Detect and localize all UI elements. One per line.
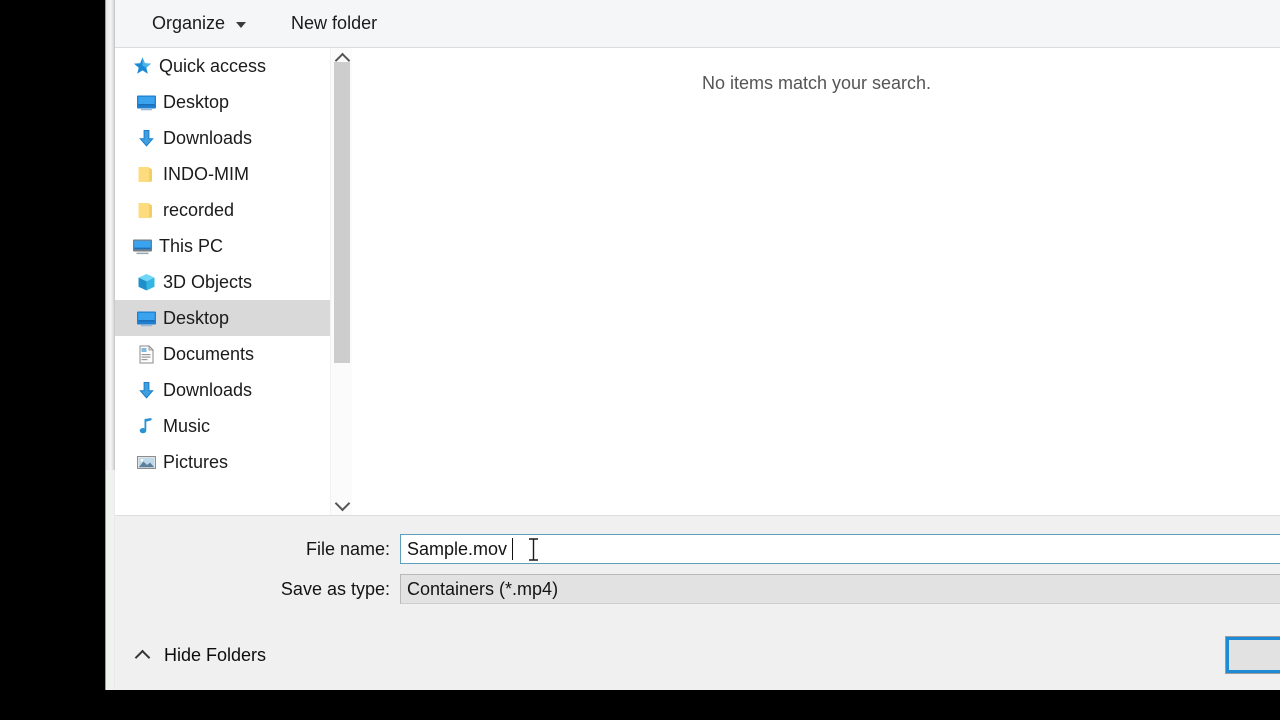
sidebar-item-recorded[interactable]: recorded <box>115 192 330 228</box>
organize-button[interactable]: Organize <box>142 9 256 39</box>
folder-icon <box>135 163 157 185</box>
file-list-pane[interactable]: No items match your search. <box>353 48 1280 515</box>
sidebar-item-label: Desktop <box>163 92 230 112</box>
scroll-down-button[interactable] <box>331 495 353 515</box>
sidebar-item-label: Desktop <box>163 308 230 328</box>
sidebar-item-3d-objects[interactable]: 3D Objects <box>115 264 330 300</box>
navigation-pane: Quick access Desktop Downloads INDO-MIM … <box>115 48 330 515</box>
empty-state-message: No items match your search. <box>701 73 932 93</box>
sidebar-item-documents[interactable]: Documents <box>115 336 330 372</box>
save-as-type-row: Save as type: Containers (*.mp4) <box>115 574 1280 604</box>
save-as-type-label: Save as type: <box>280 578 390 599</box>
monitor-icon <box>131 235 153 257</box>
file-name-field-wrapper <box>400 534 1280 564</box>
sidebar-item-downloads-quick[interactable]: Downloads <box>115 120 330 156</box>
sidebar-item-label: Pictures <box>163 452 229 472</box>
screen: Organize New folder Quick access Desktop… <box>0 0 1280 720</box>
hide-folders-button[interactable]: Hide Folders <box>134 645 267 666</box>
chevron-down-icon <box>236 22 247 28</box>
folder-icon <box>135 199 157 221</box>
star-icon <box>131 55 153 77</box>
sidebar-item-desktop-quick[interactable]: Desktop <box>115 84 330 120</box>
toolbar: Organize New folder <box>115 0 1280 48</box>
new-folder-button[interactable]: New folder <box>281 9 387 39</box>
desktop-icon <box>135 307 157 329</box>
window-left-border <box>105 0 115 470</box>
hide-folders-label: Hide Folders <box>164 645 267 665</box>
download-arrow-icon <box>135 379 157 401</box>
sidebar-item-label: Downloads <box>163 380 253 400</box>
sidebar-item-desktop-thispc[interactable]: Desktop <box>115 300 330 336</box>
save-as-type-value: Containers (*.mp4) <box>407 578 559 599</box>
chevron-up-icon <box>134 649 151 665</box>
screen-bottom-letterbox <box>0 690 1280 720</box>
sidebar-item-downloads-thispc[interactable]: Downloads <box>115 372 330 408</box>
sidebar-item-label: Quick access <box>159 56 267 76</box>
save-as-type-select[interactable]: Containers (*.mp4) <box>400 574 1280 604</box>
sidebar-item-this-pc[interactable]: This PC <box>115 228 330 264</box>
file-name-row: File name: <box>115 534 1280 564</box>
text-caret <box>512 538 513 560</box>
sidebar-item-label: INDO-MIM <box>163 164 249 184</box>
save-button[interactable]: S <box>1225 636 1280 674</box>
dialog-body: Quick access Desktop Downloads INDO-MIM … <box>115 48 1280 515</box>
save-as-dialog: Organize New folder Quick access Desktop… <box>105 0 1280 690</box>
navigation-pane-scrollbar[interactable] <box>330 48 352 515</box>
window-left-border-lower <box>105 470 115 690</box>
file-name-input[interactable] <box>400 534 1280 564</box>
sidebar-item-pictures[interactable]: Pictures <box>115 444 330 480</box>
sidebar-item-label: Downloads <box>163 128 253 148</box>
scrollbar-thumb[interactable] <box>334 62 350 363</box>
sidebar-item-label: recorded <box>163 200 235 220</box>
sidebar-item-label: 3D Objects <box>163 272 253 292</box>
document-icon <box>135 343 157 365</box>
picture-icon <box>135 451 157 473</box>
file-name-label: File name: <box>305 538 390 559</box>
sidebar-item-music[interactable]: Music <box>115 408 330 444</box>
sidebar-item-label: Music <box>163 416 211 436</box>
download-arrow-icon <box>135 127 157 149</box>
desktop-icon <box>135 91 157 113</box>
cube-icon <box>135 271 157 293</box>
save-as-type-field-wrapper: Containers (*.mp4) <box>400 574 1280 604</box>
music-note-icon <box>135 415 157 437</box>
organize-label: Organize <box>152 13 226 33</box>
sidebar-item-label: Documents <box>163 344 255 364</box>
form-area: File name: Save as type: Containers (*.m… <box>115 515 1280 628</box>
new-folder-label: New folder <box>291 13 378 33</box>
sidebar-item-label: This PC <box>159 236 224 256</box>
dialog-footer: Hide Folders S <box>115 628 1280 690</box>
sidebar-item-indo-mim[interactable]: INDO-MIM <box>115 156 330 192</box>
chevron-down-icon <box>334 495 350 511</box>
sidebar-item-quick-access[interactable]: Quick access <box>115 48 330 84</box>
